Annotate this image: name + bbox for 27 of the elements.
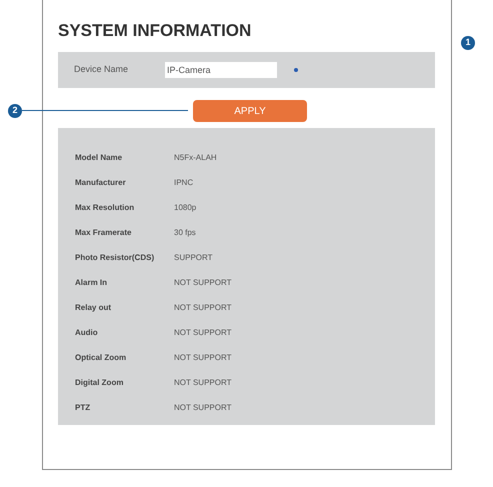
- info-value: SUPPORT: [174, 252, 213, 264]
- info-value: NOT SUPPORT: [174, 376, 232, 388]
- info-value: N5Fx-ALAH: [174, 152, 217, 164]
- info-label: Relay out: [75, 302, 112, 314]
- info-label: Photo Resistor(CDS): [75, 252, 156, 264]
- callout-badge: 1: [461, 36, 475, 50]
- callout-badge: 2: [8, 104, 22, 118]
- page-title: SYSTEM INFORMATION: [58, 20, 252, 42]
- info-label: Max Framerate: [75, 226, 132, 238]
- info-label: Audio: [75, 326, 99, 338]
- device-name-input[interactable]: IP-Camera: [165, 62, 277, 78]
- info-value: NOT SUPPORT: [174, 402, 232, 414]
- info-value: IPNC: [174, 176, 194, 188]
- info-value: 30 fps: [174, 226, 196, 238]
- info-label: Max Resolution: [75, 202, 136, 214]
- info-value: 1080p: [174, 202, 196, 214]
- info-label: Optical Zoom: [75, 352, 128, 364]
- info-label: Alarm In: [75, 276, 108, 288]
- info-label: Digital Zoom: [75, 376, 124, 388]
- info-value: NOT SUPPORT: [174, 326, 232, 338]
- info-value: NOT SUPPORT: [174, 352, 232, 364]
- info-label: Manufacturer: [75, 176, 127, 188]
- info-value: NOT SUPPORT: [174, 276, 232, 288]
- info-value: NOT SUPPORT: [174, 302, 232, 314]
- info-label: Model Name: [75, 152, 124, 164]
- info-label: PTZ: [75, 402, 92, 414]
- field-label: Device Name: [74, 63, 130, 76]
